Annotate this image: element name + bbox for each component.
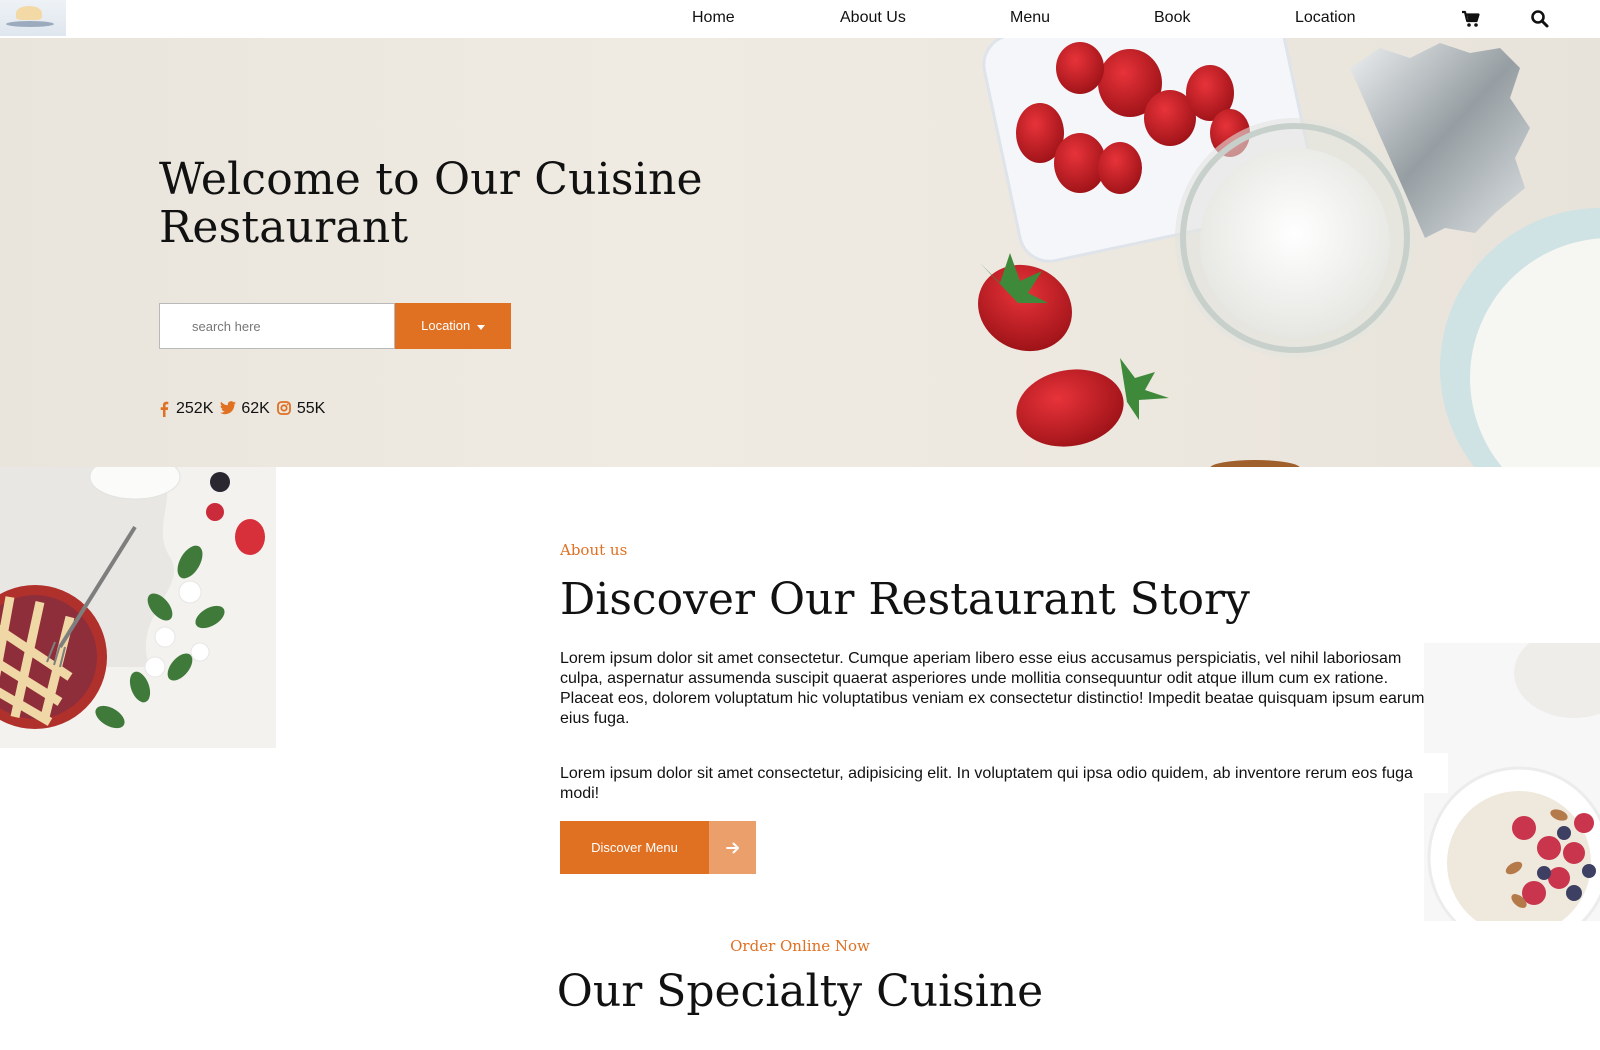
discover-menu-button[interactable]: Discover Menu [560, 821, 756, 874]
hero-section: Welcome to Our Cuisine Restaurant Locati… [0, 38, 1600, 467]
top-navbar: Home About Us Menu Book Location [0, 0, 1600, 38]
location-dropdown-button[interactable]: Location [395, 303, 511, 349]
caret-down-icon [476, 319, 485, 334]
about-title: Discover Our Restaurant Story [560, 574, 1250, 625]
nav-location[interactable]: Location [1295, 9, 1356, 27]
pie-image [0, 467, 276, 748]
social-stats: 252K 62K 55K [159, 400, 332, 418]
instagram-count: 55K [296, 400, 326, 417]
hero-title: Welcome to Our Cuisine Restaurant [159, 154, 703, 253]
arrow-right-icon [709, 821, 756, 874]
nav-menu[interactable]: Menu [1010, 9, 1050, 27]
search-icon[interactable] [1530, 9, 1550, 29]
twitter-count: 62K [241, 400, 270, 417]
logo[interactable] [0, 0, 66, 36]
oatmeal-berries-image [1424, 643, 1600, 921]
discover-menu-label: Discover Menu [560, 821, 709, 874]
facebook-icon[interactable] [159, 401, 171, 417]
facebook-count: 252K [176, 400, 214, 417]
twitter-icon[interactable] [220, 401, 237, 417]
nav-book[interactable]: Book [1154, 9, 1190, 27]
specialty-eyebrow: Order Online Now [730, 937, 870, 955]
cart-icon[interactable] [1461, 9, 1481, 29]
location-button-label: Location [421, 317, 471, 333]
about-paragraph-1: Lorem ipsum dolor sit amet consectetur. … [560, 650, 1425, 727]
search-input[interactable] [159, 303, 395, 349]
hero-food-image [978, 38, 1600, 467]
specialty-title: Our Specialty Cuisine [556, 966, 1044, 1017]
about-eyebrow: About us [560, 541, 628, 559]
instagram-icon[interactable] [276, 401, 292, 417]
about-paragraph-2: Lorem ipsum dolor sit amet consectetur, … [560, 765, 1413, 802]
nav-about-us[interactable]: About Us [840, 9, 906, 27]
nav-home[interactable]: Home [692, 9, 735, 27]
